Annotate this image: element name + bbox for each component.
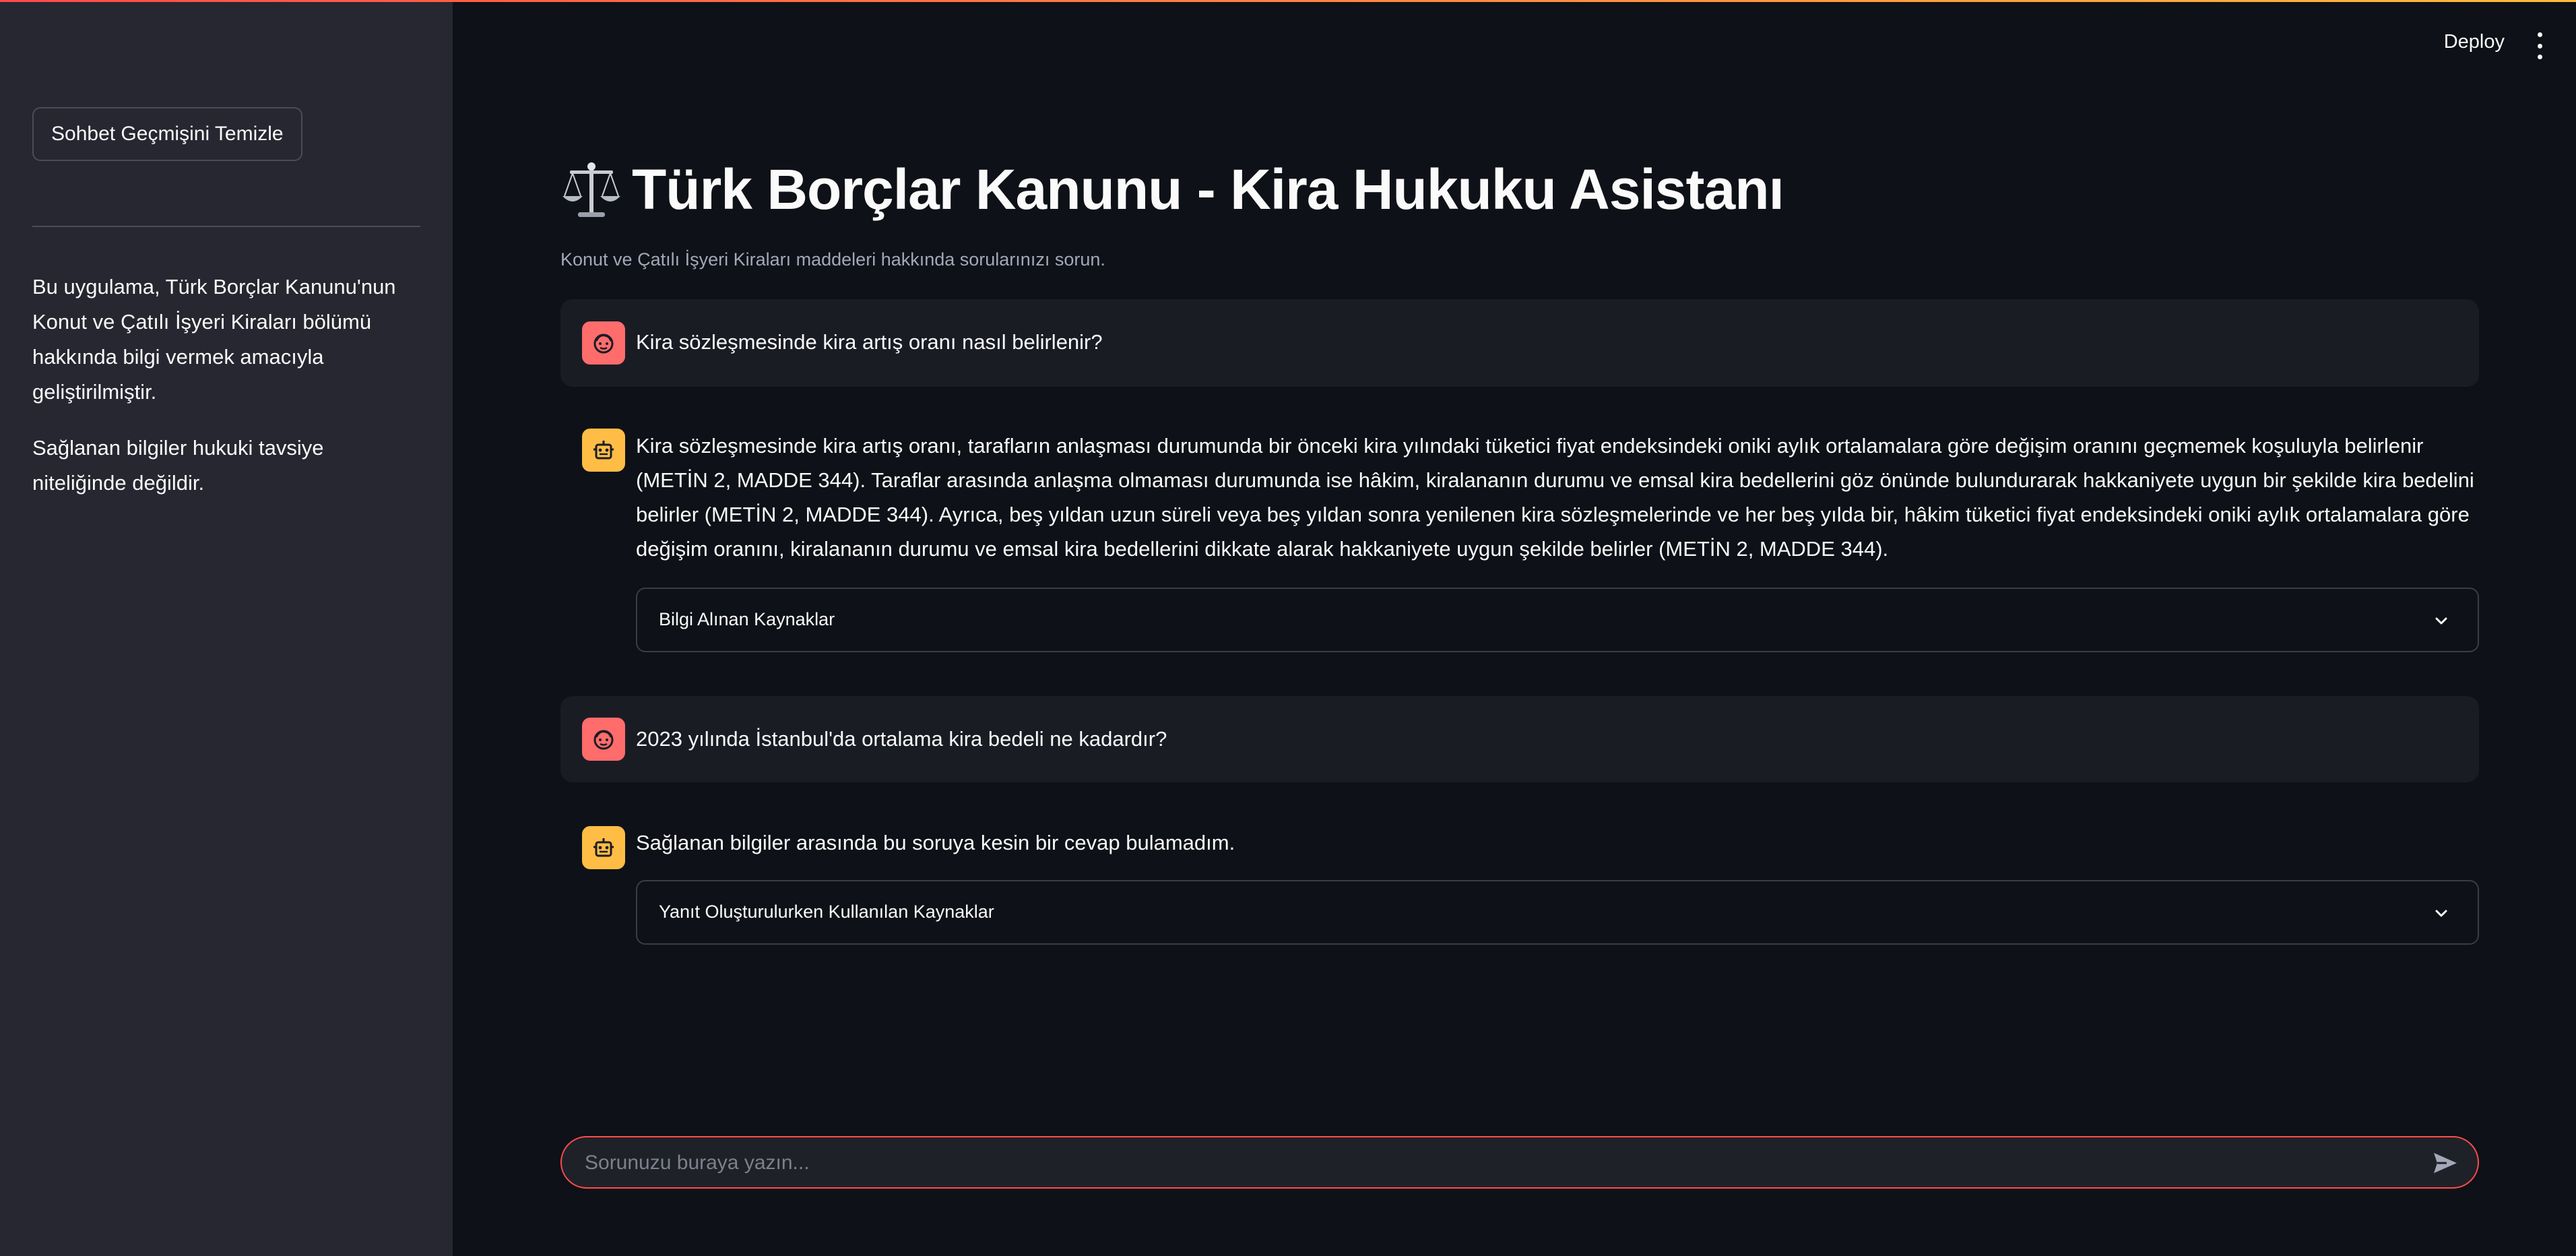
balance-scale-icon bbox=[562, 162, 620, 217]
main-content: Deploy Türk Borçlar Kanunu - Kira Hukuku… bbox=[453, 0, 2576, 1256]
page-title-row: Türk Borçlar Kanunu - Kira Hukuku Asista… bbox=[560, 152, 1784, 226]
sidebar: Sohbet Geçmişini Temizle Bu uygulama, Tü… bbox=[0, 2, 453, 1256]
chat-input-container bbox=[560, 1136, 2479, 1189]
chat-message-assistant: Kira sözleşmesinde kira artış oranı, tar… bbox=[560, 406, 2479, 662]
message-text: 2023 yılında İstanbul'da ortalama kira b… bbox=[636, 727, 1167, 751]
send-icon[interactable] bbox=[2432, 1151, 2459, 1175]
user-avatar-icon bbox=[582, 321, 625, 365]
chat-input[interactable] bbox=[583, 1137, 2391, 1189]
sidebar-divider bbox=[32, 226, 420, 227]
chevron-down-icon bbox=[2435, 617, 2447, 625]
sidebar-disclaimer-text: Sağlanan bilgiler hukuki tavsiye niteliğ… bbox=[32, 436, 324, 495]
expander-label: Yanıt Oluşturulurken Kullanılan Kaynakla… bbox=[659, 902, 994, 922]
chat-message-user: Kira sözleşmesinde kira artış oranı nası… bbox=[560, 299, 2479, 387]
page-subtitle: Konut ve Çatılı İşyeri Kiraları maddeler… bbox=[560, 249, 1105, 270]
assistant-avatar-icon bbox=[582, 429, 625, 472]
assistant-avatar-icon bbox=[582, 826, 625, 869]
expander-label: Bilgi Alınan Kaynaklar bbox=[659, 609, 835, 629]
message-text: Kira sözleşmesinde kira artış oranı nası… bbox=[636, 330, 1103, 354]
message-text: Kira sözleşmesinde kira artış oranı, tar… bbox=[636, 434, 2474, 561]
chevron-down-icon bbox=[2435, 910, 2447, 917]
message-text: Sağlanan bilgiler arasında bu soruya kes… bbox=[636, 831, 1235, 854]
kebab-menu-icon[interactable] bbox=[2533, 32, 2546, 59]
user-avatar-icon bbox=[582, 718, 625, 761]
sources-expander[interactable]: Bilgi Alınan Kaynaklar bbox=[636, 588, 2479, 652]
chat-message-user: 2023 yılında İstanbul'da ortalama kira b… bbox=[560, 696, 2479, 782]
page-title: Türk Borçlar Kanunu - Kira Hukuku Asista… bbox=[632, 157, 1784, 221]
sources-expander[interactable]: Yanıt Oluşturulurken Kullanılan Kaynakla… bbox=[636, 880, 2479, 945]
deploy-button[interactable]: Deploy bbox=[2444, 31, 2505, 53]
chat-message-assistant: Sağlanan bilgiler arasında bu soruya kes… bbox=[560, 802, 2479, 957]
clear-history-button[interactable]: Sohbet Geçmişini Temizle bbox=[32, 107, 302, 161]
sidebar-info-text: Bu uygulama, Türk Borçlar Kanunu'nun Kon… bbox=[32, 275, 396, 404]
